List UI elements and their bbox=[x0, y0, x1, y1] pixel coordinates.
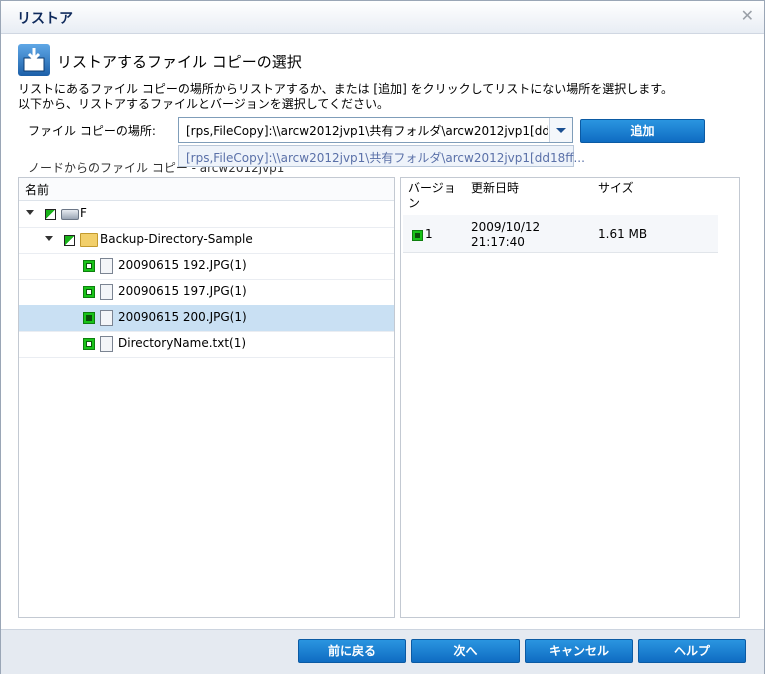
tree-row-drive[interactable]: F bbox=[19, 201, 394, 228]
cancel-button[interactable]: キャンセル bbox=[525, 639, 633, 663]
folder-icon bbox=[80, 233, 98, 247]
file-tree-panel: 名前 F Backup-Directory-Sample 20090615 19… bbox=[18, 177, 395, 618]
version-number: 1 bbox=[425, 227, 433, 241]
file-icon bbox=[100, 258, 113, 274]
drive-icon bbox=[61, 209, 79, 220]
dropdown-option-label: [rps,FileCopy]:\\arcw2012jvp1\共有フォルダ\arc… bbox=[186, 151, 585, 165]
back-button[interactable]: 前に戻る bbox=[298, 639, 406, 663]
location-label: ファイル コピーの場所: bbox=[28, 124, 156, 138]
tree-label-file-2: 20090615 197.JPG(1) bbox=[118, 284, 247, 298]
tree-label-drive: F bbox=[80, 206, 87, 220]
checkbox-icon[interactable] bbox=[83, 338, 95, 350]
checkbox-icon[interactable] bbox=[83, 286, 95, 298]
version-panel: バージョン 更新日時 サイズ 1 2009/10/12 21:17:40 1.6… bbox=[400, 177, 740, 618]
location-combobox[interactable]: [rps,FileCopy]:\\arcw2012jvp1\共有フォルダ\arc… bbox=[178, 117, 573, 143]
description-line-1: リストにあるファイル コピーの場所からリストアするか、または [追加] をクリッ… bbox=[18, 82, 674, 96]
checked-checkbox-icon[interactable] bbox=[83, 312, 95, 324]
tree-column-header[interactable]: 名前 bbox=[19, 178, 394, 201]
tree-row-file-4[interactable]: DirectoryName.txt(1) bbox=[19, 331, 394, 358]
collapse-arrow-icon[interactable] bbox=[26, 210, 34, 215]
file-icon bbox=[100, 310, 113, 326]
add-button[interactable]: 追加 bbox=[580, 119, 705, 143]
help-button[interactable]: ヘルプ bbox=[638, 639, 746, 663]
checkbox-icon[interactable] bbox=[83, 260, 95, 272]
modified-time: 21:17:40 bbox=[471, 235, 525, 249]
size-column-header[interactable]: サイズ bbox=[598, 181, 634, 196]
location-dropdown-option[interactable]: [rps,FileCopy]:\\arcw2012jvp1\共有フォルダ\arc… bbox=[178, 145, 585, 167]
file-size: 1.61 MB bbox=[598, 227, 648, 241]
tree-label-file-1: 20090615 192.JPG(1) bbox=[118, 258, 247, 272]
footer-bar: 前に戻る 次へ キャンセル ヘルプ bbox=[1, 629, 764, 674]
tree-row-folder[interactable]: Backup-Directory-Sample bbox=[19, 227, 394, 254]
chevron-down-icon[interactable] bbox=[549, 118, 572, 142]
modified-date: 2009/10/12 bbox=[471, 220, 541, 234]
restore-icon bbox=[18, 44, 50, 76]
modified-datetime: 2009/10/12 21:17:40 bbox=[471, 220, 540, 250]
version-row[interactable]: 1 2009/10/12 21:17:40 1.61 MB bbox=[403, 215, 718, 253]
tree-row-file-1[interactable]: 20090615 192.JPG(1) bbox=[19, 253, 394, 280]
dialog-title: リストア bbox=[17, 11, 73, 27]
next-button[interactable]: 次へ bbox=[411, 639, 520, 663]
name-column-label: 名前 bbox=[25, 183, 50, 197]
page-heading: リストアするファイル コピーの選択 bbox=[57, 53, 302, 71]
location-value: [rps,FileCopy]:\\arcw2012jvp1\共有フォルダ\arc… bbox=[186, 124, 548, 138]
collapse-arrow-icon[interactable] bbox=[45, 236, 53, 241]
checked-checkbox-icon[interactable] bbox=[412, 230, 423, 241]
title-bar: リストア ✕ bbox=[1, 1, 764, 34]
description: リストにあるファイル コピーの場所からリストアするか、または [追加] をクリッ… bbox=[18, 82, 758, 112]
version-column-header[interactable]: バージョン bbox=[408, 181, 466, 211]
modified-column-header[interactable]: 更新日時 bbox=[471, 181, 519, 196]
tree-label-file-3: 20090615 200.JPG(1) bbox=[118, 310, 247, 324]
tree-label-file-4: DirectoryName.txt(1) bbox=[118, 336, 247, 350]
file-icon bbox=[100, 284, 113, 300]
tree-label-folder: Backup-Directory-Sample bbox=[100, 232, 253, 246]
partial-checkbox-icon[interactable] bbox=[45, 209, 56, 220]
tree-row-file-3-selected[interactable]: 20090615 200.JPG(1) bbox=[19, 305, 394, 332]
file-icon bbox=[100, 336, 113, 352]
partial-checkbox-icon[interactable] bbox=[64, 235, 75, 246]
description-line-2: 以下から、リストアするファイルとバージョンを選択してください。 bbox=[18, 97, 390, 111]
restore-dialog: リストア ✕ リストアするファイル コピーの選択 リストにあるファイル コピーの… bbox=[0, 0, 765, 674]
close-icon[interactable]: ✕ bbox=[741, 6, 754, 25]
tree-row-file-2[interactable]: 20090615 197.JPG(1) bbox=[19, 279, 394, 306]
